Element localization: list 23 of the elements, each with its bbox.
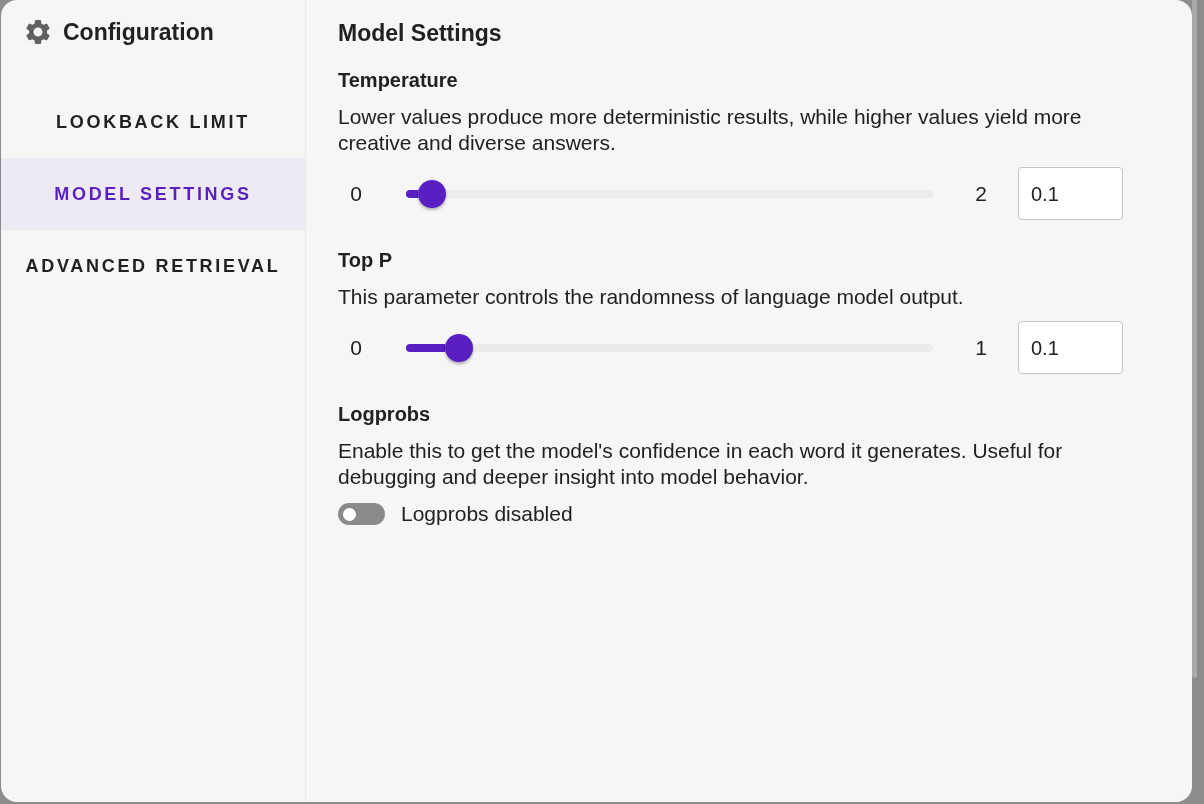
- sidebar-tab[interactable]: LOOKBACK LIMIT: [1, 86, 305, 158]
- sidebar-tab[interactable]: MODEL SETTINGS: [1, 158, 305, 230]
- slider-thumb[interactable]: [444, 333, 473, 362]
- setting-description: This parameter controls the randomness of language model output.: [338, 284, 965, 310]
- setting-description: Enable this to get the model's confidence in each word it generates. Useful for debugging and deeper insight into model behavior.: [338, 438, 1064, 490]
- setting-heading: Logprobs: [338, 402, 431, 427]
- toggle-switch[interactable]: [338, 503, 385, 525]
- slider-thumb[interactable]: [418, 179, 447, 208]
- slider-min-label: 0: [349, 180, 363, 207]
- setting-description: Lower values produce more deterministic results, while higher values yield more creative and diverse answers.: [338, 104, 1083, 156]
- toggle-label: Logprobs disabled: [401, 501, 573, 528]
- slider-max-label: 2: [974, 180, 988, 207]
- slider-max-label: 1: [974, 334, 988, 361]
- setting-heading: Top P: [338, 248, 393, 273]
- section-title: Model Settings: [338, 19, 502, 47]
- scrollbar-thumb[interactable]: [1192, 0, 1197, 678]
- sidebar-title: Configuration: [63, 17, 214, 47]
- sidebar-tab[interactable]: ADVANCED RETRIEVAL: [1, 230, 305, 302]
- settings-icon: [23, 17, 53, 47]
- value-input[interactable]: 0.1: [1018, 167, 1123, 220]
- value-input[interactable]: 0.1: [1018, 321, 1123, 374]
- setting-heading: Temperature: [338, 68, 458, 93]
- slider-min-label: 0: [349, 334, 363, 361]
